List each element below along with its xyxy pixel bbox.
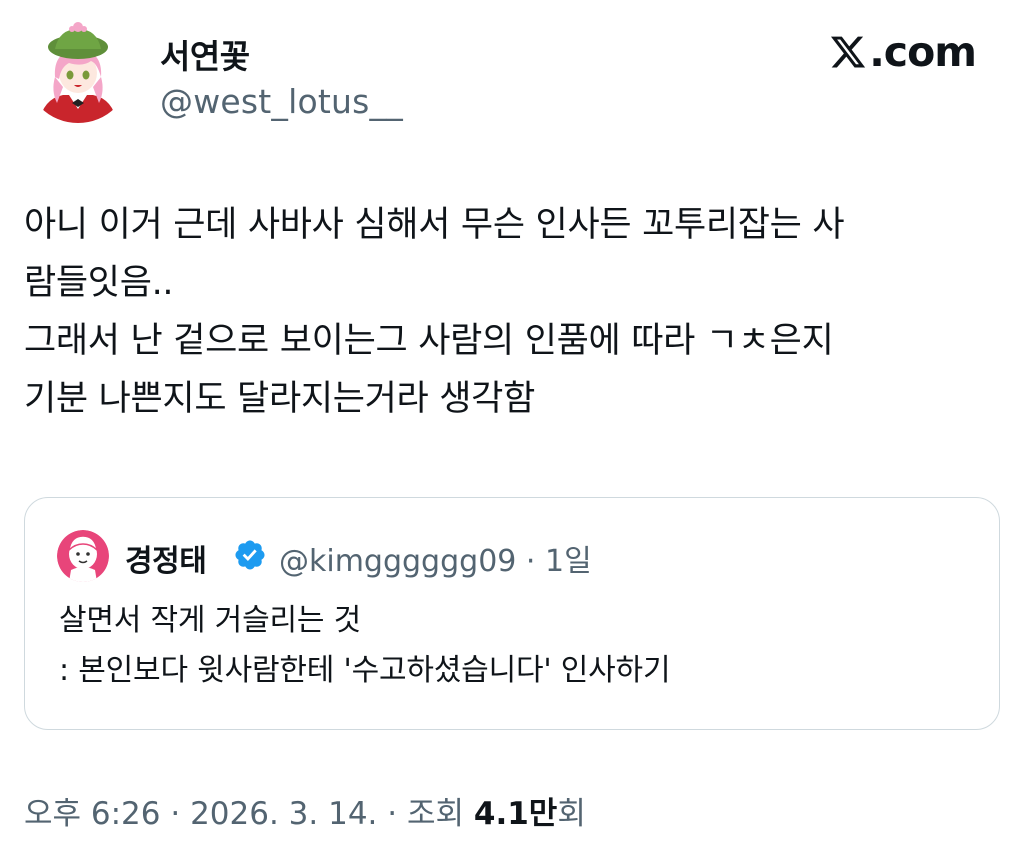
quote-author-handle[interactable]: @kimgggggg09: [279, 544, 516, 579]
quoted-tweet[interactable]: 경정태 @kimgggggg09 · 1일 살면서 작게 거슬리는 것 : 본인…: [24, 497, 1000, 730]
x-logo-icon: [831, 36, 866, 68]
verified-badge-icon: [235, 540, 265, 570]
quote-author-avatar[interactable]: [57, 530, 109, 582]
avatar-illustration: [25, 17, 131, 123]
author-avatar[interactable]: [25, 17, 131, 123]
views-label: 조회: [406, 796, 474, 832]
tweet-date[interactable]: 2026. 3. 14.: [190, 796, 377, 832]
tweet-meta: 오후 6:26 · 2026. 3. 14. · 조회 4.1만회: [24, 788, 586, 833]
quote-avatar-illustration: [57, 530, 109, 582]
quote-meta: @kimgggggg09 · 1일: [279, 536, 592, 580]
x-logo-text: .com: [869, 28, 977, 76]
meta-separator-2: ·: [377, 796, 407, 832]
quote-author-display-name[interactable]: 경정태: [125, 536, 207, 580]
quote-text: 살면서 작게 거슬리는 것 : 본인보다 윗사람한테 '수고하셨습니다' 인사하…: [59, 603, 671, 688]
views-count: 4.1만: [473, 796, 558, 832]
tweet-time[interactable]: 오후 6:26: [24, 796, 161, 832]
tweet-screenshot: 서연꽃 @west_lotus__ .com 아니 이거 근데 사바사 심해서 …: [0, 0, 1024, 846]
meta-separator: ·: [160, 796, 191, 832]
x-logo[interactable]: .com: [829, 28, 977, 76]
author-handle[interactable]: @west_lotus__: [160, 82, 403, 121]
tweet-text: 아니 이거 근데 사바사 심해서 무슨 인사든 꼬투리잡는 사 람들잇음.. 그…: [24, 205, 845, 419]
author-display-name[interactable]: 서연꽃: [160, 30, 250, 78]
quote-time[interactable]: 1일: [545, 544, 592, 579]
views-suffix: 회: [557, 796, 586, 832]
quote-separator: ·: [516, 544, 545, 579]
